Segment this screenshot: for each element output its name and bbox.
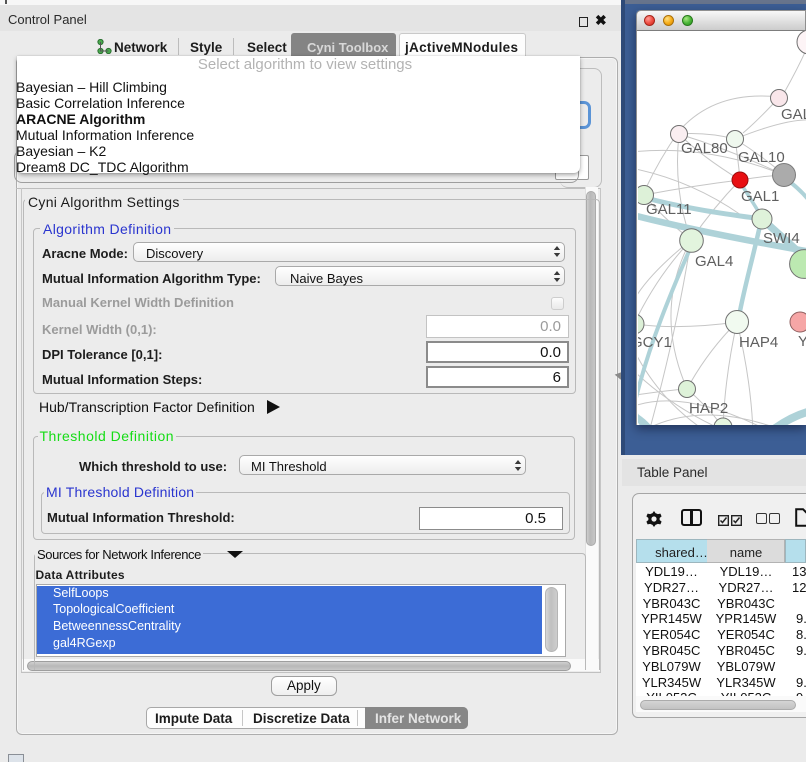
svg-text:SWI4: SWI4 [763, 230, 800, 247]
svg-text:YJ: YJ [798, 333, 806, 350]
svg-text:GAL11: GAL11 [646, 201, 692, 218]
svg-text:GAL7: GAL7 [781, 106, 806, 123]
svg-text:HAP4: HAP4 [739, 334, 778, 351]
svg-text:GCY1: GCY1 [638, 334, 672, 351]
svg-text:GAL80: GAL80 [681, 140, 728, 157]
svg-text:GAL1: GAL1 [741, 188, 779, 205]
svg-text:GAL10: GAL10 [738, 149, 785, 166]
svg-text:GAL4: GAL4 [695, 253, 733, 270]
svg-text:HAP2: HAP2 [689, 400, 728, 417]
